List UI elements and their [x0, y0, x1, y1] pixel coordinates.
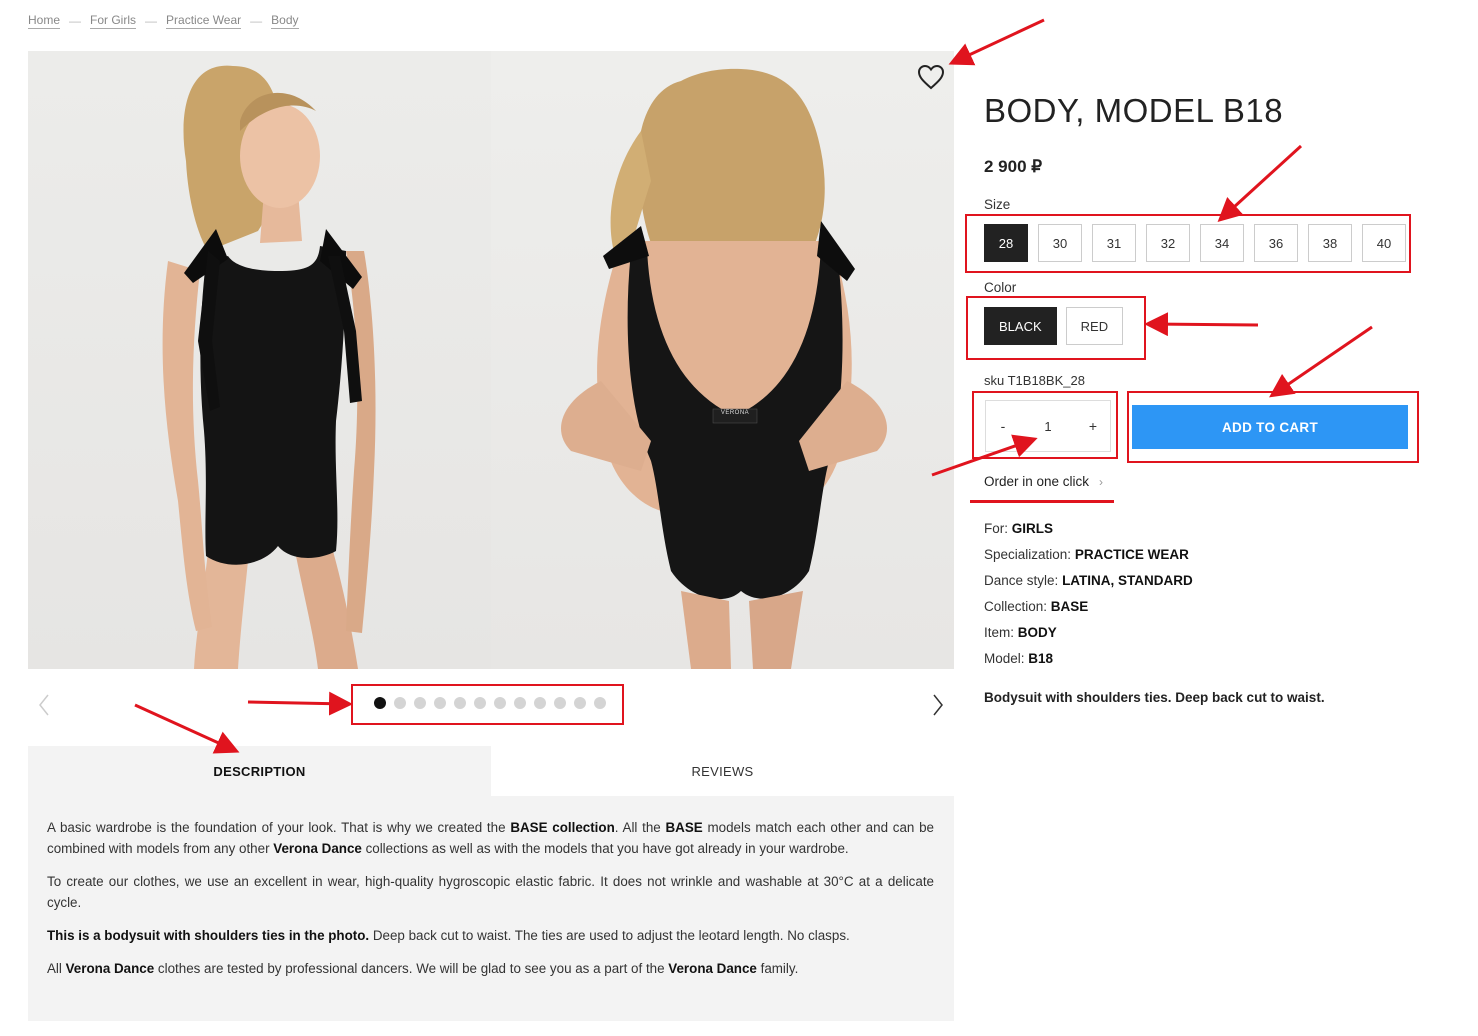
order-one-click-link[interactable]: Order in one click › [984, 474, 1103, 489]
product-photo-front[interactable] [28, 51, 491, 669]
description-panel: A basic wardrobe is the foundation of yo… [28, 796, 954, 1021]
description-paragraph-3: This is a bodysuit with shoulders ties i… [47, 928, 850, 943]
breadcrumb-for-girls[interactable]: For Girls [90, 13, 137, 29]
size-option-38[interactable]: 38 [1308, 224, 1352, 262]
breadcrumb-home[interactable]: Home [28, 13, 61, 29]
wishlist-heart-icon[interactable] [914, 62, 948, 92]
quantity-stepper: - + [985, 400, 1111, 452]
spec-row: Item: BODY [984, 624, 1193, 650]
spec-label: Model: [984, 651, 1025, 666]
add-to-cart-button[interactable]: ADD TO CART [1132, 405, 1408, 449]
size-option-32[interactable]: 32 [1146, 224, 1190, 262]
order-one-click-label: Order in one click [984, 474, 1090, 489]
gallery-dot[interactable] [574, 697, 586, 709]
tab-description[interactable]: DESCRIPTION [28, 746, 491, 796]
spec-label: Item: [984, 625, 1015, 640]
gallery-dot[interactable] [594, 697, 606, 709]
gallery-dot[interactable] [414, 697, 426, 709]
breadcrumb-practice-wear[interactable]: Practice Wear [166, 13, 242, 29]
spec-label: Collection: [984, 599, 1048, 614]
product-gallery[interactable]: VERONA [28, 51, 954, 669]
spec-value: B18 [1028, 651, 1054, 666]
size-option-40[interactable]: 40 [1362, 224, 1406, 262]
gallery-dot[interactable] [534, 697, 546, 709]
gallery-dot[interactable] [554, 697, 566, 709]
quantity-increase-button[interactable]: + [1076, 401, 1110, 451]
description-paragraph-1: A basic wardrobe is the foundation of yo… [47, 820, 935, 856]
product-short-description: Bodysuit with shoulders ties. Deep back … [984, 690, 1325, 705]
product-tabs: DESCRIPTION REVIEWS [28, 746, 954, 796]
spec-value: PRACTICE WEAR [1074, 547, 1189, 562]
color-option-red[interactable]: RED [1065, 307, 1124, 345]
gallery-prev-arrow-icon[interactable] [34, 691, 54, 719]
gallery-next-arrow-icon[interactable] [928, 691, 948, 719]
breadcrumb-separator: — [145, 14, 158, 28]
gallery-dot[interactable] [514, 697, 526, 709]
spec-value: GIRLS [1011, 521, 1054, 536]
model-back-illustration [561, 68, 887, 669]
breadcrumb-separator: — [250, 14, 263, 28]
size-option-36[interactable]: 36 [1254, 224, 1298, 262]
spec-row: Collection: BASE [984, 598, 1193, 624]
quantity-input[interactable] [1020, 401, 1076, 451]
breadcrumb: Home — For Girls — Practice Wear — Body [28, 13, 299, 29]
product-photo-back[interactable]: VERONA [491, 51, 954, 669]
color-option-black[interactable]: BLACK [984, 307, 1057, 345]
gallery-dot[interactable] [494, 697, 506, 709]
spec-value: BODY [1017, 625, 1057, 640]
spec-label: For: [984, 521, 1009, 536]
spec-row: For: GIRLS [984, 520, 1193, 546]
gallery-dot[interactable] [434, 697, 446, 709]
product-specs: For: GIRLS Specialization: PRACTICE WEAR D… [984, 520, 1193, 676]
size-option-28[interactable]: 28 [984, 224, 1028, 262]
description-paragraph-4: All Verona Dance clothes are tested by p… [47, 961, 799, 976]
breadcrumb-body[interactable]: Body [271, 13, 299, 29]
brand-label-tag: VERONA [720, 410, 750, 416]
spec-row: Specialization: PRACTICE WEAR [984, 546, 1193, 572]
size-option-34[interactable]: 34 [1200, 224, 1244, 262]
size-label: Size [984, 197, 1011, 212]
color-label: Color [984, 280, 1017, 295]
chevron-right-icon: › [1099, 474, 1104, 489]
spec-row: Dance style: LATINA, STANDARD [984, 572, 1193, 598]
product-title: BODY, MODEL B18 [984, 92, 1284, 129]
gallery-pagination-dots [374, 697, 606, 709]
size-option-30[interactable]: 30 [1038, 224, 1082, 262]
gallery-dot[interactable] [474, 697, 486, 709]
annotation-underline-one-click [970, 500, 1114, 503]
color-selector: BLACK RED [984, 307, 1124, 345]
description-paragraph-2: To create our clothes, we use an excelle… [47, 874, 934, 910]
gallery-dot[interactable] [454, 697, 466, 709]
spec-label: Dance style: [984, 573, 1059, 588]
spec-label: Specialization: [984, 547, 1072, 562]
gallery-dot[interactable] [394, 697, 406, 709]
gallery-dot[interactable] [374, 697, 386, 709]
tab-reviews[interactable]: REVIEWS [491, 746, 954, 796]
spec-value: BASE [1050, 599, 1089, 614]
product-price: 2 900 ₽ [984, 157, 1043, 176]
breadcrumb-separator: — [69, 14, 82, 28]
spec-value: LATINA, STANDARD [1062, 573, 1193, 588]
spec-row: Model: B18 [984, 650, 1193, 676]
model-front-illustration [162, 65, 376, 669]
product-sku: sku T1B18BK_28 [984, 373, 1085, 388]
size-selector: 28 30 31 32 34 36 38 40 [984, 224, 1406, 262]
quantity-decrease-button[interactable]: - [986, 401, 1020, 451]
size-option-31[interactable]: 31 [1092, 224, 1136, 262]
